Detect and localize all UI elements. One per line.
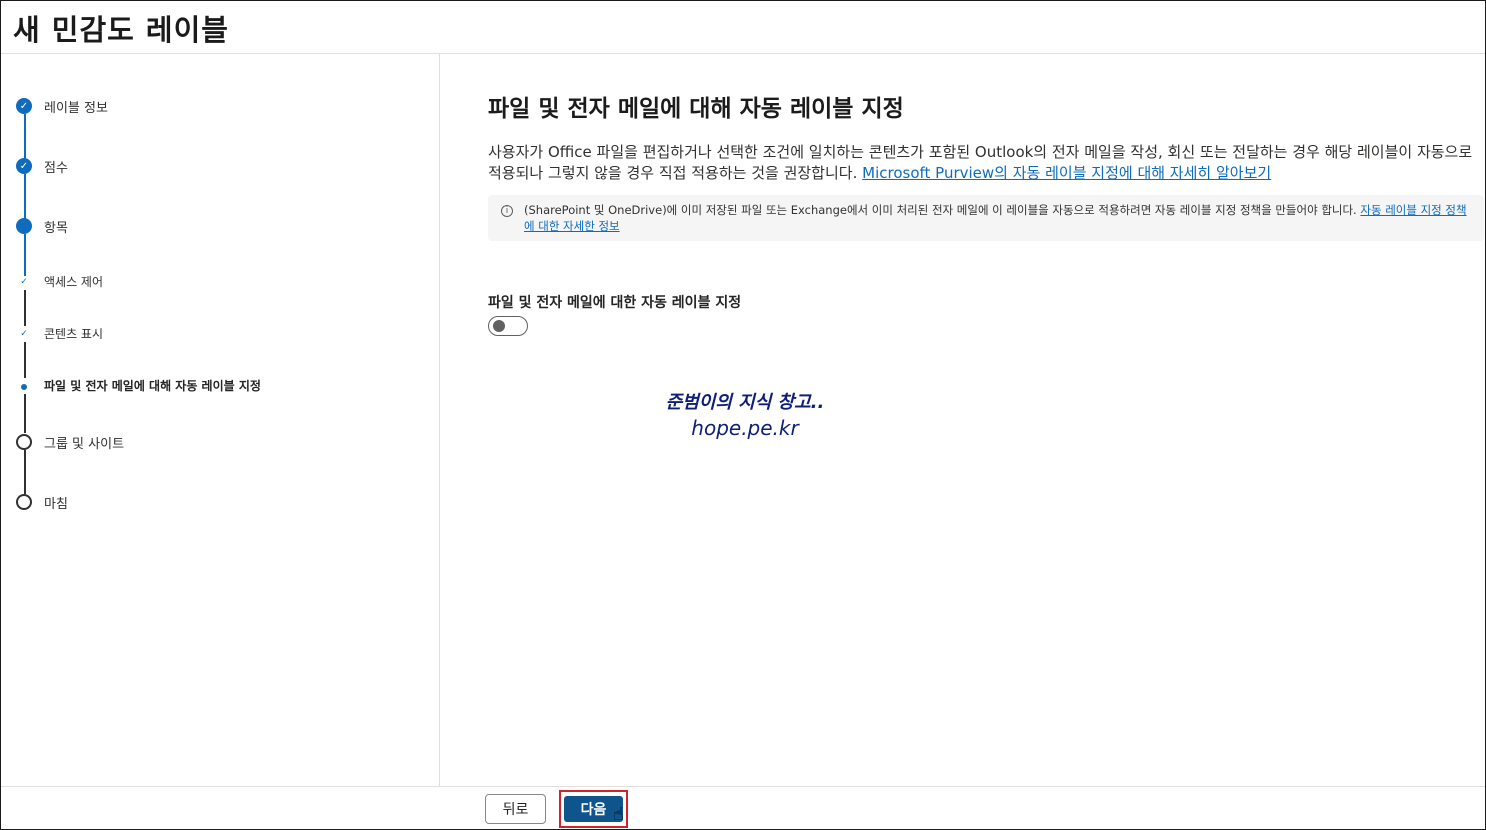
back-button[interactable]: 뒤로 [485, 794, 546, 824]
check-circle-icon: ✓ [16, 98, 32, 114]
wizard-steps-sidebar: ✓ 레이블 정보 ✓ 점수 항목 ✓ 액세스 제어 ✓ 콘텐츠 표시 파일 및 … [1, 54, 440, 786]
step-access-control[interactable]: ✓ 액세스 제어 [1, 263, 431, 303]
info-message-bar: i (SharePoint 및 OneDrive)에 이미 저장된 파일 또는 … [488, 195, 1484, 241]
footer-bar: 뒤로 다음 ☝ [1, 786, 1485, 830]
section-heading: 파일 및 전자 메일에 대해 자동 레이블 지정 [488, 96, 904, 122]
step-groups-sites[interactable]: 그룹 및 사이트 [1, 422, 431, 462]
page-title: 새 민감도 레이블 [13, 13, 229, 47]
check-circle-icon: ✓ [16, 158, 32, 174]
watermark-line-1: 준범이의 지식 창고.. [665, 392, 825, 413]
current-substep-dot-icon [21, 384, 27, 390]
next-button-highlight: 다음 ☝ [559, 790, 628, 828]
pending-circle-icon [16, 434, 32, 450]
step-label: 액세스 제어 [44, 275, 104, 289]
step-auto-labeling[interactable]: 파일 및 전자 메일에 대해 자동 레이블 지정 [1, 367, 431, 407]
step-score[interactable]: ✓ 점수 [1, 146, 431, 186]
learn-more-link[interactable]: Microsoft Purview의 자동 레이블 지정에 대해 자세히 알아보… [862, 164, 1271, 182]
small-check-icon: ✓ [20, 329, 28, 339]
step-label: 항목 [44, 221, 68, 236]
step-items[interactable]: 항목 [1, 206, 431, 246]
toggle-knob [493, 320, 505, 332]
step-label: 그룹 및 사이트 [44, 437, 125, 452]
step-content-marking[interactable]: ✓ 콘텐츠 표시 [1, 315, 431, 355]
step-label: 파일 및 전자 메일에 대해 자동 레이블 지정 [44, 379, 261, 393]
watermark: 준범이의 지식 창고.. hope.pe.kr [650, 388, 840, 440]
step-label: 콘텐츠 표시 [44, 327, 104, 341]
step-label: 마침 [44, 497, 68, 512]
pending-circle-icon [16, 494, 32, 510]
page-header: 새 민감도 레이블 [1, 1, 1485, 54]
auto-label-toggle-label: 파일 및 전자 메일에 대한 자동 레이블 지정 [488, 295, 742, 311]
watermark-line-2: hope.pe.kr [691, 416, 799, 440]
auto-label-toggle[interactable] [488, 316, 528, 336]
step-label-info[interactable]: ✓ 레이블 정보 [1, 86, 431, 126]
step-label: 점수 [44, 161, 68, 176]
info-icon: i [501, 205, 513, 217]
step-label: 레이블 정보 [44, 101, 108, 116]
current-step-dot-icon [16, 218, 32, 234]
info-message: (SharePoint 및 OneDrive)에 이미 저장된 파일 또는 Ex… [524, 203, 1357, 217]
hand-cursor-icon: ☝ [613, 804, 624, 825]
main-content: 파일 및 전자 메일에 대해 자동 레이블 지정 사용자가 Office 파일을… [488, 54, 1484, 784]
section-description: 사용자가 Office 파일을 편집하거나 선택한 조건에 일치하는 콘텐츠가 … [488, 142, 1476, 184]
small-check-icon: ✓ [20, 277, 28, 287]
info-text: (SharePoint 및 OneDrive)에 이미 저장된 파일 또는 Ex… [524, 202, 1474, 234]
step-finish[interactable]: 마침 [1, 482, 431, 522]
